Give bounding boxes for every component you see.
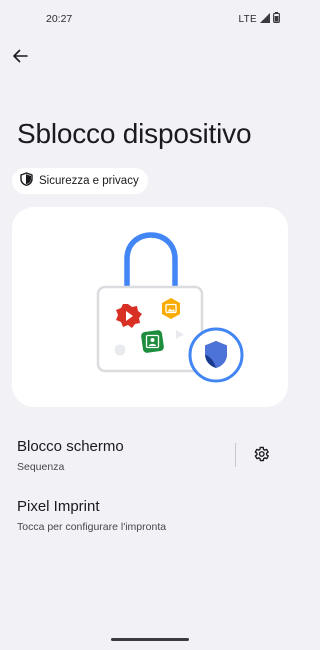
back-button[interactable] [6, 44, 34, 72]
shield-icon [20, 171, 33, 191]
security-privacy-chip[interactable]: Sicurezza e privacy [12, 168, 148, 194]
status-icons: LTE [239, 12, 281, 26]
contact-badge-icon [141, 330, 164, 353]
pixel-imprint-row[interactable]: Pixel Imprint Tocca per configurare l'im… [17, 498, 267, 534]
row-divider [235, 443, 236, 467]
illustration-card [12, 207, 288, 407]
arrow-back-icon [12, 48, 28, 69]
page-title: Sblocco dispositivo [17, 118, 252, 149]
device-unlock-illustration [96, 232, 244, 383]
pixel-imprint-summary: Tocca per configurare l'impronta [17, 521, 167, 533]
battery-icon [273, 12, 280, 26]
status-time: 20:27 [46, 13, 73, 25]
screen-lock-summary: Sequenza [17, 461, 65, 473]
screen-lock-row[interactable]: Blocco schermo Sequenza [17, 438, 227, 474]
gear-icon [252, 445, 270, 468]
status-bar: 20:27 LTE [0, 0, 300, 38]
screen-lock-title: Blocco schermo [17, 438, 124, 455]
pixel-imprint-title: Pixel Imprint [17, 498, 100, 515]
gesture-nav-handle[interactable] [111, 638, 189, 641]
lock-shackle [124, 232, 178, 290]
lock-body [96, 285, 204, 373]
network-type: LTE [238, 13, 257, 25]
grey-dot [114, 344, 126, 356]
chip-label: Sicurezza e privacy [39, 175, 139, 187]
signal-icon [260, 12, 270, 26]
shield-badge-icon [188, 327, 244, 383]
screen-lock-settings-button[interactable] [248, 443, 274, 469]
